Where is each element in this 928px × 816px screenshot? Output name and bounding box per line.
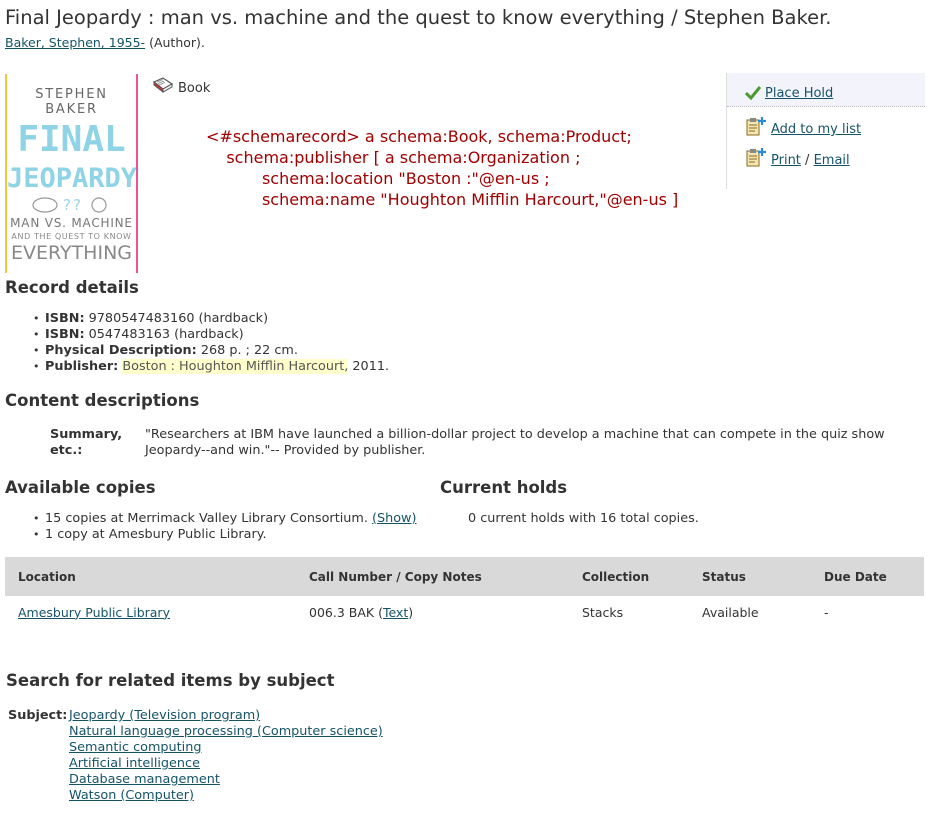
content-descriptions-section: Content descriptions <box>5 391 199 410</box>
place-hold-link[interactable]: Place Hold <box>765 86 833 101</box>
column-collection: Collection <box>569 557 689 596</box>
author-link[interactable]: Baker, Stephen, 1955- <box>5 35 145 50</box>
table-row: Amesbury Public Library 006.3 BAK (Text)… <box>5 596 924 628</box>
cover-title-line2: JEOPARDY <box>7 163 138 194</box>
available-copies-section: Available copies <box>5 478 156 497</box>
subject-link[interactable]: Artificial intelligence <box>69 756 200 771</box>
summary-label: Summary, etc.: <box>50 427 123 458</box>
cover-question-marks: ? ? <box>7 195 136 215</box>
related-subjects-section: Search for related items by subject <box>6 671 334 690</box>
current-holds-text: 0 current holds with 16 total copies. <box>468 511 699 526</box>
detail-value: 9780547483160 (hardback) <box>88 311 269 326</box>
detail-label: ISBN: <box>45 311 85 326</box>
format-indicator: Book <box>152 76 210 96</box>
add-to-list-icon <box>746 117 766 136</box>
column-location: Location <box>5 557 296 596</box>
author-line: Baker, Stephen, 1955- (Author). <box>5 35 205 50</box>
cover-subtitle-1: MAN VS. MACHINE <box>10 216 133 230</box>
detail-label: Publisher: <box>45 359 119 374</box>
cell-due-date: - <box>824 604 829 620</box>
detail-physical-description: Physical Description: 268 p. ; 22 cm. <box>31 343 389 359</box>
book-cover-image[interactable]: STEPHEN BAKER FINAL JEOPARDY ? ? MAN VS.… <box>5 74 138 273</box>
copies-table-header: Location Call Number / Copy Notes Collec… <box>5 557 924 596</box>
subject-link[interactable]: Watson (Computer) <box>69 788 194 803</box>
print-email-row: Print / Email <box>727 145 925 176</box>
add-to-list-row: Add to my list <box>727 114 925 145</box>
copies-table: Location Call Number / Copy Notes Collec… <box>5 557 924 628</box>
column-status: Status <box>689 557 811 596</box>
subject-link[interactable]: Semantic computing <box>69 740 201 755</box>
content-descriptions-heading: Content descriptions <box>5 391 200 410</box>
cover-subtitle-2: AND THE QUEST TO KNOW <box>11 232 132 241</box>
print-email-separator: / <box>805 153 810 168</box>
cover-art-icon: ? ? <box>31 196 107 214</box>
subject-link[interactable]: Database management <box>69 772 220 787</box>
cell-location: Amesbury Public Library <box>5 596 296 628</box>
show-copies-link[interactable]: (Show) <box>372 511 417 526</box>
subject-list: Jeopardy (Television program) Natural la… <box>69 708 383 804</box>
print-icon <box>746 148 766 167</box>
call-number-text-link[interactable]: Text <box>383 605 408 620</box>
location-link[interactable]: Amesbury Public Library <box>18 605 170 620</box>
print-link[interactable]: Print <box>771 153 801 168</box>
record-actions-panel: Place Hold Add to my list Print / Email <box>726 73 925 189</box>
place-hold-row: Place Hold <box>727 73 925 107</box>
copies-table-wrapper: Location Call Number / Copy Notes Collec… <box>5 557 924 628</box>
detail-isbn-1: ISBN: 9780547483160 (hardback) <box>31 311 389 327</box>
detail-value: 2011. <box>352 359 390 374</box>
copies-consortium-text: 15 copies at Merrimack Valley Library Co… <box>45 511 368 526</box>
cell-collection: Stacks <box>582 604 624 620</box>
record-details-list: ISBN: 9780547483160 (hardback) ISBN: 054… <box>31 311 389 375</box>
detail-value: 268 p. ; 22 cm. <box>200 343 298 358</box>
available-copies-heading: Available copies <box>5 478 156 497</box>
format-label: Book <box>178 81 211 96</box>
author-role: (Author). <box>149 35 205 50</box>
column-due-date: Due Date <box>811 557 924 596</box>
publisher-highlight: Boston : Houghton Mifflin Harcourt, <box>122 359 349 374</box>
add-to-list-link[interactable]: Add to my list <box>771 122 861 137</box>
email-link[interactable]: Email <box>814 153 850 168</box>
call-number-text: 006.3 BAK <box>309 604 375 620</box>
copies-local-text: 1 copy at Amesbury Public Library. <box>45 527 267 542</box>
detail-label: ISBN: <box>45 327 85 342</box>
schema-record-text: <#schemarecord> a schema:Book, schema:Pr… <box>206 127 679 209</box>
cover-subtitle-3: EVERYTHING <box>10 242 133 264</box>
subject-label: Subject: <box>8 708 68 723</box>
cell-call-number: 006.3 BAK (Text) <box>309 604 414 620</box>
available-copies-list: 15 copies at Merrimack Valley Library Co… <box>31 511 417 543</box>
book-icon <box>152 76 174 96</box>
svg-text:?: ? <box>73 196 84 214</box>
subject-link[interactable]: Natural language processing (Computer sc… <box>69 724 383 739</box>
detail-isbn-2: ISBN: 0547483163 (hardback) <box>31 327 389 343</box>
detail-label: Physical Description: <box>45 343 197 358</box>
current-holds-section: Current holds <box>440 478 567 497</box>
record-details-section: Record details <box>5 278 139 297</box>
summary-text: "Researchers at IBM have launched a bill… <box>145 427 885 458</box>
related-subjects-heading: Search for related items by subject <box>6 671 335 690</box>
copies-consortium: 15 copies at Merrimack Valley Library Co… <box>31 511 417 527</box>
cell-status: Available <box>702 604 759 620</box>
detail-value: 0547483163 (hardback) <box>88 327 244 342</box>
cover-author: STEPHEN BAKER <box>35 87 108 117</box>
column-call-number: Call Number / Copy Notes <box>296 557 569 596</box>
copies-local: 1 copy at Amesbury Public Library. <box>31 527 417 543</box>
current-holds-heading: Current holds <box>440 478 568 497</box>
record-title: Final Jeopardy : man vs. machine and the… <box>5 6 832 29</box>
subject-link[interactable]: Jeopardy (Television program) <box>69 708 260 723</box>
detail-publisher: Publisher: Boston : Houghton Mifflin Har… <box>31 359 389 375</box>
record-details-heading: Record details <box>5 278 139 297</box>
checkmark-icon <box>745 86 761 100</box>
cover-title-line1: FINAL <box>17 119 126 160</box>
